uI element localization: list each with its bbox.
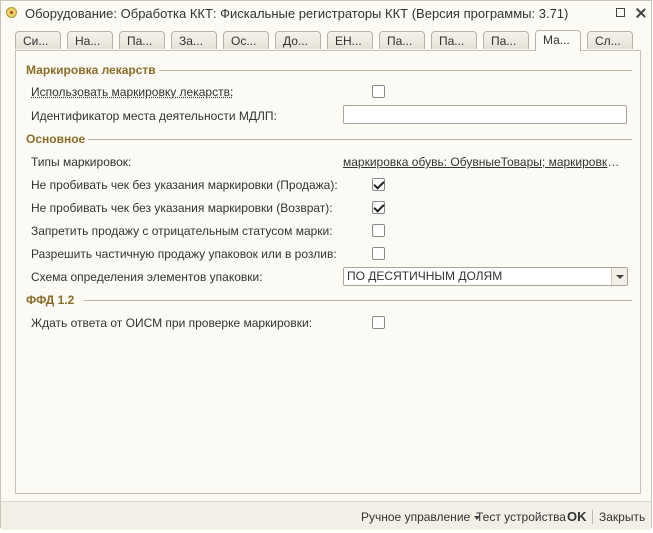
- partial-sale-label: Разрешить частичную продажу упаковок или…: [31, 247, 337, 261]
- chevron-down-icon[interactable]: [611, 268, 627, 285]
- no-receipt-return-label: Не пробивать чек без указания маркировки…: [31, 201, 333, 215]
- close-icon[interactable]: [633, 4, 649, 22]
- no-receipt-sale-label: Не пробивать чек без указания маркировки…: [31, 178, 338, 192]
- group-title-medicines: Маркировка лекарств: [26, 63, 156, 77]
- package-scheme-select[interactable]: ПО ДЕСЯТИЧНЫМ ДОЛЯМ: [343, 267, 628, 286]
- dialog-window: Оборудование: Обработка ККТ: Фискальные …: [0, 0, 652, 530]
- footer-bar: Ручное управление Тест устройства OK Зак…: [1, 501, 651, 530]
- mdlp-id-label: Идентификатор места деятельности МДЛП:: [31, 109, 277, 123]
- footer-separator: [592, 510, 593, 524]
- group-divider: [84, 300, 632, 301]
- wait-oism-label: Ждать ответа от ОИСМ при проверке маркир…: [31, 316, 313, 330]
- no-receipt-return-checkbox[interactable]: [372, 201, 385, 214]
- use-medicine-marking-checkbox[interactable]: [372, 85, 385, 98]
- app-icon: [6, 7, 17, 18]
- tab-7[interactable]: ЕН...: [327, 31, 373, 49]
- tab-5[interactable]: Ос...: [223, 31, 269, 49]
- title-bar: Оборудование: Обработка ККТ: Фискальные …: [1, 1, 651, 27]
- close-button[interactable]: Закрыть: [599, 510, 645, 524]
- tab-1[interactable]: Си...: [15, 31, 61, 49]
- partial-sale-checkbox[interactable]: [372, 247, 385, 260]
- mdlp-id-input[interactable]: [343, 105, 627, 124]
- maximize-icon[interactable]: [613, 4, 629, 22]
- manual-control-button[interactable]: Ручное управление: [361, 510, 481, 524]
- tab-4[interactable]: За...: [171, 31, 217, 49]
- tab-3[interactable]: Па...: [119, 31, 165, 49]
- package-scheme-value: ПО ДЕСЯТИЧНЫМ ДОЛЯМ: [347, 269, 503, 283]
- marking-types-link[interactable]: маркировка обувь: ОбувныеТовары; маркиро…: [343, 155, 625, 169]
- tab-6[interactable]: До...: [275, 31, 321, 49]
- tab-marking[interactable]: Ма...: [535, 30, 581, 51]
- tab-panel: Маркировка лекарств Использовать маркиро…: [15, 50, 641, 494]
- no-receipt-sale-checkbox[interactable]: [372, 178, 385, 191]
- package-scheme-label: Схема определения элементов упаковки:: [31, 270, 263, 284]
- ok-button[interactable]: OK: [567, 509, 587, 524]
- forbid-negative-status-checkbox[interactable]: [372, 224, 385, 237]
- group-title-ffd: ФФД 1.2: [26, 293, 75, 307]
- group-divider: [88, 139, 632, 140]
- tab-10[interactable]: Па...: [483, 31, 529, 49]
- window-title: Оборудование: Обработка ККТ: Фискальные …: [25, 6, 569, 21]
- tab-8[interactable]: Па...: [379, 31, 425, 49]
- use-medicine-marking-label: Использовать маркировку лекарств:: [31, 85, 234, 99]
- manual-control-label: Ручное управление: [361, 510, 471, 524]
- tab-2[interactable]: На...: [67, 31, 113, 49]
- marking-types-label: Типы маркировок:: [31, 155, 132, 169]
- forbid-negative-status-label: Запретить продажу с отрицательным статус…: [31, 224, 333, 238]
- tab-9[interactable]: Па...: [431, 31, 477, 49]
- tab-12[interactable]: Сл...: [587, 31, 633, 49]
- group-divider: [159, 70, 632, 71]
- wait-oism-checkbox[interactable]: [372, 316, 385, 329]
- test-device-button[interactable]: Тест устройства: [476, 510, 566, 524]
- group-title-main: Основное: [26, 132, 86, 146]
